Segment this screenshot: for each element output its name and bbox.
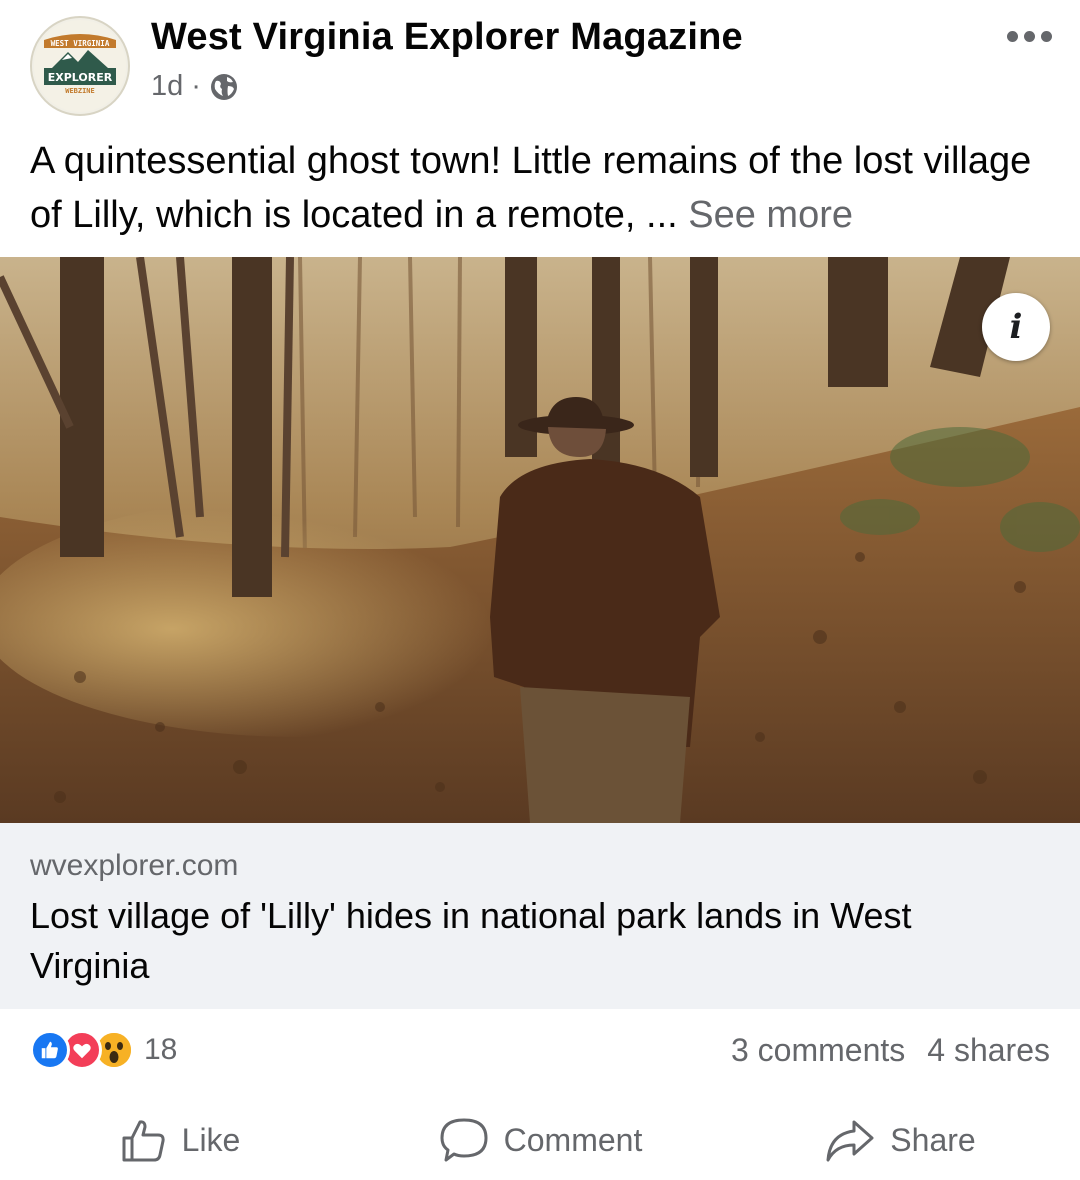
logo-main-text: EXPLORER [48,71,113,84]
explorer-logo: WEST VIRGINIA EXPLORER WEBZINE [34,20,126,112]
post-header: WEST VIRGINIA EXPLORER WEBZINE West Virg… [0,0,1080,125]
link-domain: wvexplorer.com [30,849,239,882]
more-options-button[interactable] [1004,26,1054,46]
like-label: Like [181,1121,241,1158]
more-dot [1023,30,1035,42]
post-text: A quintessential ghost town! Little rema… [30,134,1055,242]
logo-top-text: WEST VIRGINIA [51,39,110,48]
page-name[interactable]: West Virginia Explorer Magazine [151,16,743,59]
post-body: A quintessential ghost town! Little rema… [30,140,1032,236]
see-more-link[interactable]: See more [688,194,853,236]
link-title[interactable]: Lost village of 'Lilly' hides in nationa… [30,891,1040,991]
link-preview[interactable]: wvexplorer.com Lost village of 'Lilly' h… [0,823,1080,1009]
reaction-count: 18 [144,1033,178,1066]
globe-icon[interactable] [209,72,239,102]
post-photo[interactable]: i [0,257,1080,823]
post-stats: 18 3 comments 4 shares [0,1020,1080,1080]
more-dot [1006,30,1018,42]
share-arrow-icon [826,1120,874,1162]
thumbs-up-icon [122,1120,165,1162]
like-reaction-icon [30,1030,70,1070]
info-icon[interactable]: i [982,293,1050,361]
reactions-summary[interactable]: 18 [30,1030,177,1070]
like-button[interactable]: Like [0,1100,360,1180]
share-button[interactable]: Share [720,1100,1080,1180]
meta-separator: · [191,70,201,102]
post-meta: 1d · [151,70,239,103]
comments-count[interactable]: 3 comments [731,1032,905,1069]
more-dot [1040,30,1052,42]
comment-button[interactable]: Comment [360,1100,720,1180]
comment-label: Comment [503,1121,643,1158]
post-time[interactable]: 1d [151,70,183,103]
forest-photo [0,257,1080,823]
logo-bottom-text: WEBZINE [65,87,95,95]
share-label: Share [890,1121,976,1158]
post-actions: Like Comment Share [0,1100,1080,1180]
comment-bubble-icon [440,1118,488,1162]
page-avatar[interactable]: WEST VIRGINIA EXPLORER WEBZINE [30,16,130,116]
engagement-counts: 3 comments 4 shares [731,1032,1050,1069]
shares-count[interactable]: 4 shares [927,1032,1050,1069]
